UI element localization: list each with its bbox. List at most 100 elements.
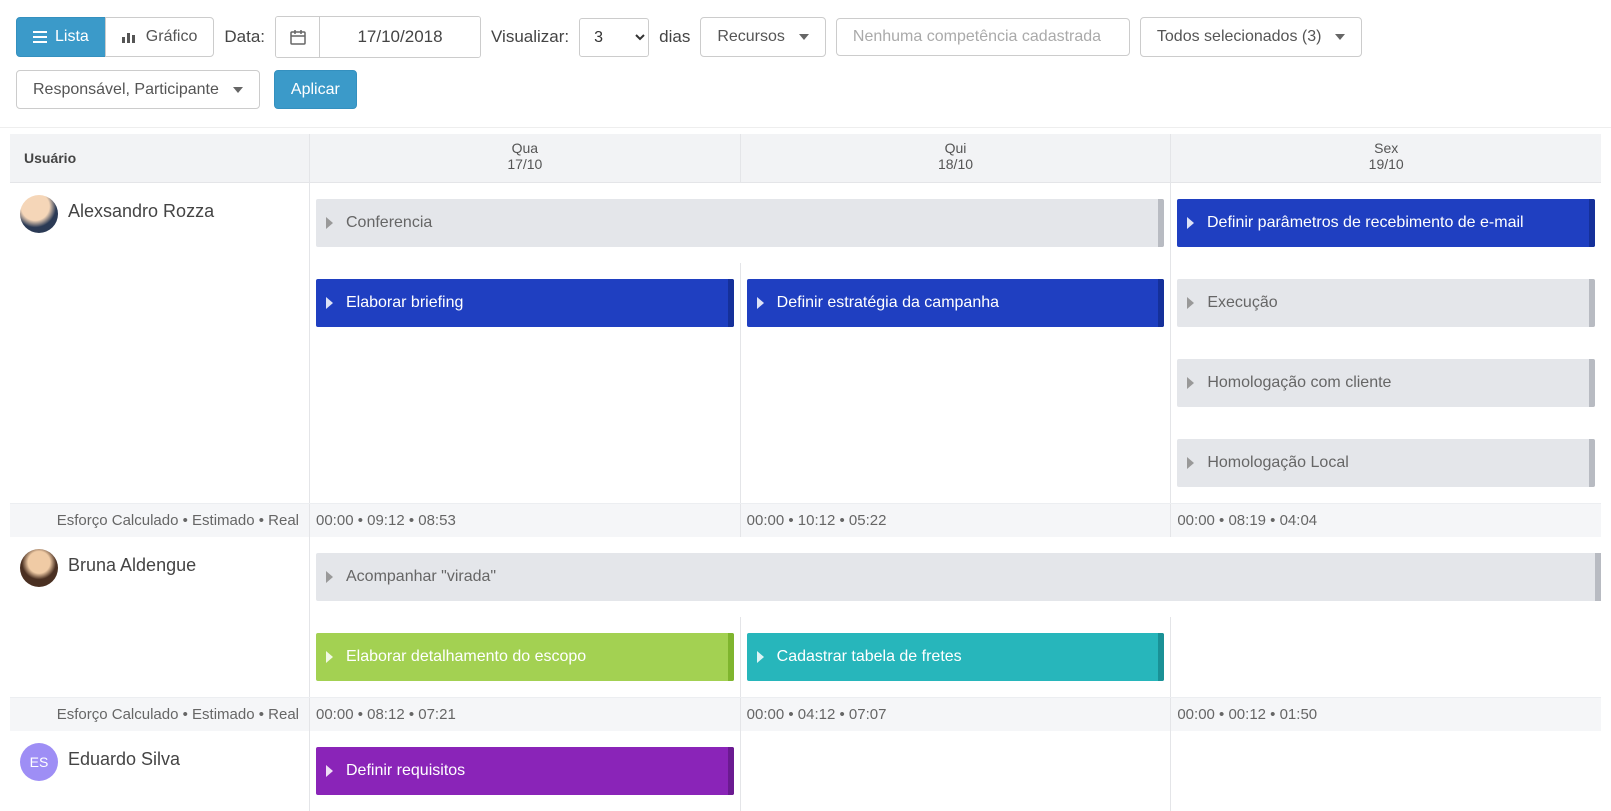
avatar xyxy=(20,549,58,587)
play-icon xyxy=(326,651,333,663)
caret-icon xyxy=(1335,34,1345,40)
effort-value: 00:00 • 08:12 • 07:21 xyxy=(310,698,741,731)
user-cell: Bruna Aldengue xyxy=(10,537,310,697)
user-row: ES Eduardo Silva Definir requisitos xyxy=(10,731,1601,811)
recursos-dropdown[interactable]: Recursos xyxy=(700,17,826,56)
user-row: Bruna Aldengue Acompanhar "virada" Elabora… xyxy=(10,537,1601,697)
aplicar-label: Aplicar xyxy=(291,80,340,99)
task-endmark xyxy=(728,747,734,795)
competencia-input[interactable] xyxy=(853,28,1113,46)
play-icon xyxy=(1187,377,1194,389)
task-bar[interactable]: Execução xyxy=(1177,279,1595,327)
task-endmark xyxy=(1595,553,1601,601)
effort-value: 00:00 • 04:12 • 07:07 xyxy=(741,698,1172,731)
day-cell-span: Conferencia xyxy=(310,183,1171,263)
user-cell: ES Eduardo Silva xyxy=(10,731,310,811)
avatar: ES xyxy=(20,743,58,781)
data-label: Data: xyxy=(224,27,265,47)
day-cell: Definir requisitos xyxy=(310,731,741,811)
task-bar[interactable]: Definir parâmetros de recebimento de e-m… xyxy=(1177,199,1595,247)
play-icon xyxy=(757,651,764,663)
user-name: Eduardo Silva xyxy=(68,743,180,770)
selected-dropdown[interactable]: Todos selecionados (3) xyxy=(1140,17,1363,56)
task-bar[interactable]: Elaborar briefing xyxy=(316,279,734,327)
task-endmark xyxy=(1158,279,1164,327)
grafico-label: Gráfico xyxy=(146,27,198,46)
task-bar[interactable]: Homologação com cliente xyxy=(1177,359,1595,407)
day-header-2: Sex 19/10 xyxy=(1171,134,1601,182)
schedule-grid: Usuário Qua 17/10 Qui 18/10 Sex 19/10 Al… xyxy=(10,134,1601,811)
task-bar[interactable]: Acompanhar "virada" xyxy=(316,553,1601,601)
responsavel-dropdown[interactable]: Responsável, Participante xyxy=(16,70,260,109)
day-cell: Elaborar briefing xyxy=(310,263,741,343)
task-label: Elaborar briefing xyxy=(346,294,463,312)
caret-icon xyxy=(799,34,809,40)
play-icon xyxy=(326,571,333,583)
play-icon xyxy=(1187,297,1194,309)
responsavel-label: Responsável, Participante xyxy=(33,80,219,99)
day-cell xyxy=(1171,731,1601,811)
task-endmark xyxy=(1158,633,1164,681)
task-bar[interactable]: Conferencia xyxy=(316,199,1164,247)
play-icon xyxy=(326,217,333,229)
task-bar[interactable]: Homologação Local xyxy=(1177,439,1595,487)
effort-value: 00:00 • 00:12 • 01:50 xyxy=(1171,698,1601,731)
user-cell: Alexsandro Rozza xyxy=(10,183,310,503)
day-cell xyxy=(310,423,741,503)
task-label: Acompanhar "virada" xyxy=(346,568,496,586)
day-cell: Execução xyxy=(1171,263,1601,343)
day-cell: Cadastrar tabela de fretes xyxy=(741,617,1172,697)
caret-icon xyxy=(233,87,243,93)
day-cell: Definir estratégia da campanha xyxy=(741,263,1172,343)
task-label: Homologação Local xyxy=(1207,454,1348,472)
task-label: Definir parâmetros de recebimento de e-m… xyxy=(1207,214,1524,232)
task-label: Definir estratégia da campanha xyxy=(777,294,999,312)
task-bar[interactable]: Cadastrar tabela de fretes xyxy=(747,633,1165,681)
day-cell: Homologação Local xyxy=(1171,423,1601,503)
day-cell: Homologação com cliente xyxy=(1171,343,1601,423)
task-label: Conferencia xyxy=(346,214,432,232)
day-cell xyxy=(1171,617,1601,697)
aplicar-button[interactable]: Aplicar xyxy=(274,70,357,109)
user-name: Alexsandro Rozza xyxy=(68,195,214,222)
day-header-1: Qui 18/10 xyxy=(741,134,1172,182)
recursos-label: Recursos xyxy=(717,27,785,46)
play-icon xyxy=(326,765,333,777)
day-header-0: Qua 17/10 xyxy=(310,134,741,182)
day-cell xyxy=(310,343,741,423)
calendar-icon[interactable] xyxy=(276,17,320,57)
play-icon xyxy=(1187,457,1194,469)
day-cell: Elaborar detalhamento do escopo xyxy=(310,617,741,697)
day-cell xyxy=(741,731,1172,811)
days-unit: dias xyxy=(659,27,690,47)
task-label: Execução xyxy=(1207,294,1277,312)
grid-header: Usuário Qua 17/10 Qui 18/10 Sex 19/10 xyxy=(10,134,1601,183)
view-toggle: Lista Gráfico xyxy=(16,17,214,56)
day-cell-span: Acompanhar "virada" xyxy=(310,537,1601,617)
day-cell xyxy=(741,423,1172,503)
day-cell: Definir parâmetros de recebimento de e-m… xyxy=(1171,183,1601,263)
play-icon xyxy=(757,297,764,309)
lista-button[interactable]: Lista xyxy=(16,17,106,56)
effort-label: Esforço Calculado • Estimado • Real xyxy=(10,504,310,537)
effort-value: 00:00 • 10:12 • 05:22 xyxy=(741,504,1172,537)
user-row: Alexsandro Rozza Conferencia Definir parâm… xyxy=(10,183,1601,503)
task-label: Homologação com cliente xyxy=(1207,374,1391,392)
grafico-button[interactable]: Gráfico xyxy=(105,17,215,56)
competencia-input-wrap[interactable] xyxy=(836,18,1130,56)
date-input[interactable] xyxy=(320,17,480,57)
task-label: Definir requisitos xyxy=(346,762,465,780)
task-bar[interactable]: Definir estratégia da campanha xyxy=(747,279,1165,327)
task-endmark xyxy=(1589,439,1595,487)
effort-value: 00:00 • 09:12 • 08:53 xyxy=(310,504,741,537)
effort-row: Esforço Calculado • Estimado • Real00:00… xyxy=(10,503,1601,537)
user-column-header: Usuário xyxy=(10,134,310,182)
effort-label: Esforço Calculado • Estimado • Real xyxy=(10,698,310,731)
task-bar[interactable]: Elaborar detalhamento do escopo xyxy=(316,633,734,681)
task-bar[interactable]: Definir requisitos xyxy=(316,747,734,795)
task-endmark xyxy=(728,279,734,327)
effort-value: 00:00 • 08:19 • 04:04 xyxy=(1171,504,1601,537)
days-select[interactable]: 3 xyxy=(579,18,649,57)
task-endmark xyxy=(728,633,734,681)
task-endmark xyxy=(1589,359,1595,407)
